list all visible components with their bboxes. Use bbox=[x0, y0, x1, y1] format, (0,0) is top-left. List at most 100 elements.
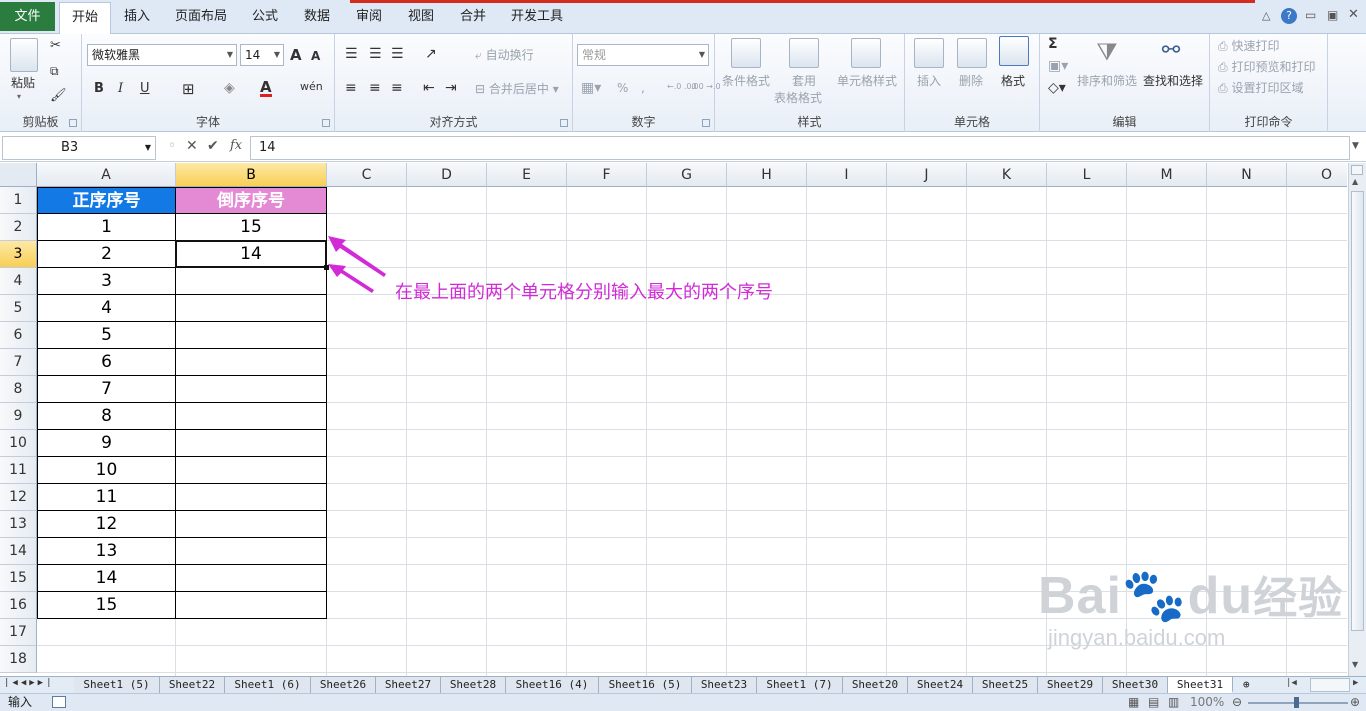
active-cell-outline[interactable] bbox=[175, 240, 327, 268]
italic-button[interactable]: I bbox=[118, 81, 123, 96]
cell-a6[interactable]: 5 bbox=[37, 322, 176, 349]
borders-icon[interactable]: ⊞ bbox=[182, 80, 195, 98]
column-header-h[interactable]: H bbox=[727, 163, 807, 187]
insert-cells-icon[interactable] bbox=[914, 38, 944, 68]
copy-icon[interactable]: ⧉ bbox=[50, 64, 59, 79]
window-close-icon[interactable]: ✕ bbox=[1348, 7, 1359, 22]
format-as-table-line2[interactable]: 表格格式 bbox=[774, 89, 822, 106]
cell-b6[interactable] bbox=[176, 322, 327, 349]
cell-a5[interactable]: 4 bbox=[37, 295, 176, 322]
zoom-out-icon[interactable]: ⊖ bbox=[1232, 694, 1242, 711]
row-header-1[interactable]: 1 bbox=[0, 187, 37, 214]
sheet-tab[interactable]: Sheet20 bbox=[843, 677, 908, 693]
sheet-tab[interactable]: Sheet30 bbox=[1103, 677, 1168, 693]
macro-record-icon[interactable] bbox=[52, 696, 66, 708]
orientation-icon[interactable]: ↗ bbox=[425, 46, 437, 62]
name-box[interactable]: B3 ▼ bbox=[2, 136, 156, 160]
page-layout-view-icon[interactable]: ▤ bbox=[1148, 694, 1159, 711]
sheet-tab[interactable]: Sheet31 bbox=[1168, 677, 1233, 693]
column-header-l[interactable]: L bbox=[1047, 163, 1127, 187]
font-name-combo[interactable]: 微软雅黑 ▼ bbox=[87, 44, 237, 66]
decrease-indent-icon[interactable]: ⇤ bbox=[423, 80, 435, 96]
insert-sheet-icon[interactable]: ⊕ bbox=[1243, 678, 1250, 691]
cell-a10[interactable]: 9 bbox=[37, 430, 176, 457]
insert-cells-button[interactable]: 插入 bbox=[917, 72, 941, 89]
row-header-4[interactable]: 4 bbox=[0, 268, 37, 295]
expand-formula-icon[interactable]: ▼ bbox=[1352, 141, 1359, 151]
cell-b11[interactable] bbox=[176, 457, 327, 484]
cell-b4[interactable] bbox=[176, 268, 327, 295]
format-painter-icon[interactable]: 🖌 bbox=[50, 88, 67, 103]
sheet-tab[interactable]: Sheet26 bbox=[311, 677, 376, 693]
delete-cells-icon[interactable] bbox=[957, 38, 987, 68]
grow-font-button[interactable]: A bbox=[290, 46, 302, 64]
increase-indent-icon[interactable]: ⇥ bbox=[445, 80, 457, 96]
clipboard-launcher-icon[interactable] bbox=[69, 119, 77, 127]
row-header-8[interactable]: 8 bbox=[0, 376, 37, 403]
hscroll-left-icon[interactable]: |◀ bbox=[1286, 678, 1297, 688]
cell-b13[interactable] bbox=[176, 511, 327, 538]
align-top-icon[interactable]: ☰ bbox=[345, 46, 358, 62]
cell-b9[interactable] bbox=[176, 403, 327, 430]
align-middle-icon[interactable]: ☰ bbox=[369, 46, 382, 62]
conditional-format-icon[interactable] bbox=[731, 38, 761, 68]
print-preview-button[interactable]: ⎙ 打印预览和打印 bbox=[1218, 58, 1315, 75]
page-break-view-icon[interactable]: ▥ bbox=[1168, 694, 1179, 711]
column-header-j[interactable]: J bbox=[887, 163, 967, 187]
cell-b8[interactable] bbox=[176, 376, 327, 403]
underline-button[interactable]: U bbox=[140, 81, 150, 96]
fill-color-icon[interactable]: ◈ bbox=[224, 80, 235, 96]
row-header-16[interactable]: 16 bbox=[0, 592, 37, 619]
font-size-combo[interactable]: 14 ▼ bbox=[240, 44, 284, 66]
print-area-button[interactable]: ⎙ 设置打印区域 bbox=[1218, 79, 1303, 96]
tab-page-layout[interactable]: 页面布局 bbox=[168, 2, 234, 31]
sort-filter-button[interactable]: 排序和筛选 bbox=[1077, 72, 1137, 89]
insert-function-button[interactable]: fx bbox=[230, 138, 242, 153]
format-as-table-icon[interactable] bbox=[789, 38, 819, 68]
align-bottom-icon[interactable]: ☰ bbox=[391, 46, 404, 62]
sheet-tab[interactable]: Sheet27 bbox=[376, 677, 441, 693]
cell-a11[interactable]: 10 bbox=[37, 457, 176, 484]
column-header-b[interactable]: B bbox=[176, 163, 327, 187]
cell-a15[interactable]: 14 bbox=[37, 565, 176, 592]
delete-cells-button[interactable]: 删除 bbox=[959, 72, 983, 89]
cell-a12[interactable]: 11 bbox=[37, 484, 176, 511]
find-select-button[interactable]: 查找和选择 bbox=[1143, 72, 1203, 89]
sheet-tab[interactable]: Sheet16 (4) bbox=[506, 677, 599, 693]
paste-button[interactable]: 粘贴 bbox=[11, 74, 35, 91]
cell-b7[interactable] bbox=[176, 349, 327, 376]
column-header-m[interactable]: M bbox=[1127, 163, 1207, 187]
tab-review[interactable]: 审阅 bbox=[348, 2, 390, 31]
fill-icon[interactable]: ▣▾ bbox=[1048, 58, 1068, 74]
tab-developer[interactable]: 开发工具 bbox=[504, 2, 570, 31]
sheet-tab[interactable]: Sheet23 bbox=[692, 677, 757, 693]
zoom-level[interactable]: 100% bbox=[1190, 694, 1224, 711]
row-header-3[interactable]: 3 bbox=[0, 241, 37, 268]
sheet-tab[interactable]: Sheet28 bbox=[441, 677, 506, 693]
column-header-i[interactable]: I bbox=[807, 163, 887, 187]
cell-a3[interactable]: 2 bbox=[37, 241, 176, 268]
column-header-o[interactable]: O bbox=[1287, 163, 1347, 187]
tab-merge[interactable]: 合并 bbox=[452, 2, 494, 31]
confirm-entry-icon[interactable]: ✔ bbox=[207, 138, 219, 154]
cell-a13[interactable]: 12 bbox=[37, 511, 176, 538]
row-header-9[interactable]: 9 bbox=[0, 403, 37, 430]
sheet-tab[interactable]: Sheet1 (7) bbox=[757, 677, 843, 693]
autosum-button[interactable]: Σ bbox=[1048, 36, 1058, 52]
quick-print-button[interactable]: ⎙ 快速打印 bbox=[1218, 37, 1279, 54]
cell-b14[interactable] bbox=[176, 538, 327, 565]
normal-view-icon[interactable]: ▦ bbox=[1128, 694, 1139, 711]
tab-data[interactable]: 数据 bbox=[296, 2, 338, 31]
sheet-tab[interactable]: Sheet24 bbox=[908, 677, 973, 693]
scroll-thumb[interactable] bbox=[1351, 191, 1364, 631]
select-all-corner[interactable] bbox=[0, 163, 37, 187]
row-header-15[interactable]: 15 bbox=[0, 565, 37, 592]
cell-a14[interactable]: 13 bbox=[37, 538, 176, 565]
cell-b12[interactable] bbox=[176, 484, 327, 511]
cell-b2[interactable]: 15 bbox=[176, 214, 327, 241]
column-header-a[interactable]: A bbox=[37, 163, 176, 187]
window-restore-icon[interactable]: ▣ bbox=[1327, 8, 1338, 22]
horizontal-scroll-thumb[interactable] bbox=[1310, 678, 1350, 692]
column-header-g[interactable]: G bbox=[647, 163, 727, 187]
sheet-tab[interactable]: Sheet1 (5) bbox=[74, 677, 160, 693]
